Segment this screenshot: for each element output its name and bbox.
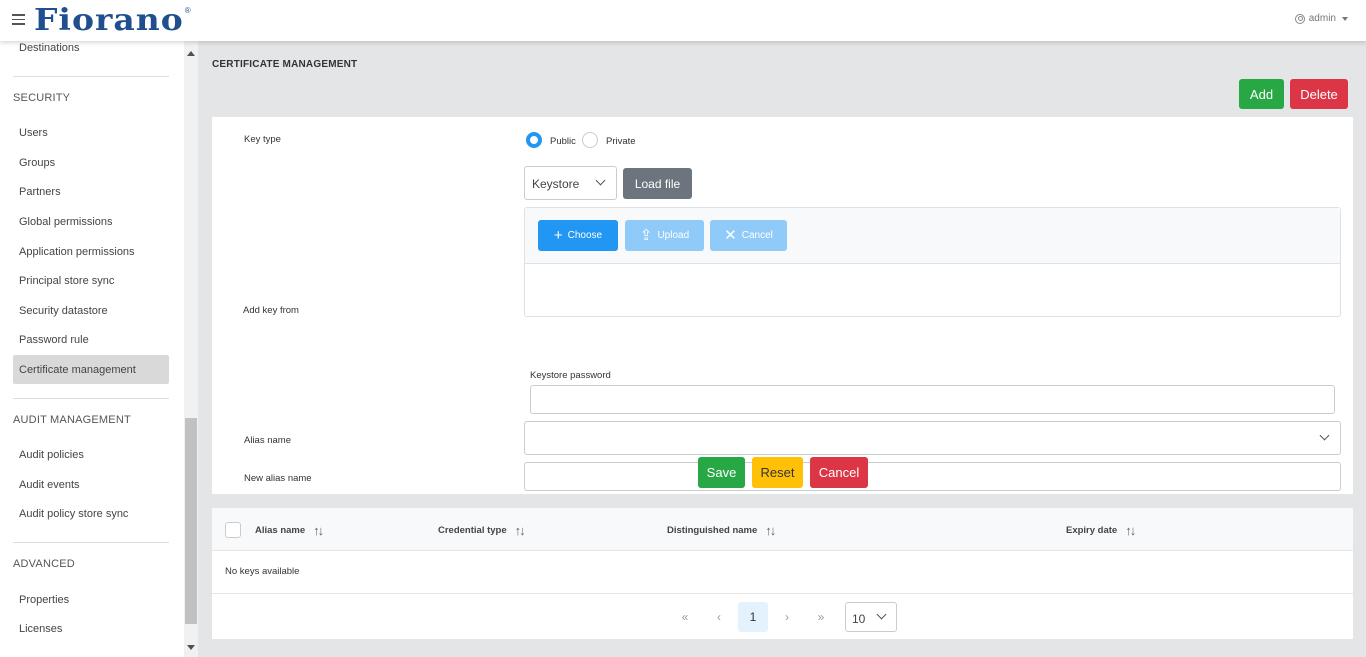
keystore-password-input[interactable]	[530, 385, 1335, 414]
last-page-icon[interactable]: »	[806, 602, 836, 632]
sidebar-item-partners[interactable]: Partners	[19, 186, 61, 198]
chevron-down-icon	[1319, 430, 1330, 441]
key-source-select[interactable]: Keystore	[524, 166, 617, 200]
reset-button[interactable]: Reset	[752, 457, 803, 488]
sidebar-divider	[13, 398, 169, 399]
radio-private-label[interactable]: Private	[606, 136, 636, 147]
column-distinguished-name[interactable]: Distinguished name ↑↓	[667, 523, 776, 538]
delete-button[interactable]: Delete	[1290, 79, 1348, 109]
sidebar: Destinations SECURITY Users Groups Partn…	[0, 41, 198, 657]
close-icon: ✕	[724, 227, 737, 244]
keys-table: Alias name ↑↓ Credential type ↑↓ Disting…	[212, 508, 1353, 639]
sort-icon: ↑↓	[1125, 523, 1136, 538]
add-button[interactable]: Add	[1239, 79, 1284, 109]
sidebar-divider	[13, 542, 169, 543]
chevron-down-icon	[595, 175, 606, 186]
sort-icon: ↑↓	[765, 523, 776, 538]
add-key-from-label: Add key from	[243, 305, 299, 316]
scroll-down-arrow-icon[interactable]	[187, 645, 195, 650]
column-credential-type-label: Credential type	[438, 525, 507, 536]
sidebar-item-groups[interactable]: Groups	[19, 157, 55, 169]
sidebar-item-destinations[interactable]: Destinations	[19, 42, 80, 54]
radio-public-label[interactable]: Public	[550, 136, 576, 147]
table-divider	[212, 593, 1353, 594]
rows-per-page-select[interactable]: 10	[845, 602, 897, 632]
table-header: Alias name ↑↓ Credential type ↑↓ Disting…	[212, 508, 1353, 551]
prev-page-icon[interactable]: ‹	[704, 602, 734, 632]
column-expiry-date[interactable]: Expiry date ↑↓	[1066, 523, 1136, 538]
sidebar-scroll-thumb[interactable]	[185, 418, 197, 624]
sidebar-item-security-datastore[interactable]: Security datastore	[19, 305, 108, 317]
certificate-form-card: Key type Public Private Keystore Load fi…	[212, 117, 1353, 494]
sidebar-item-audit-policy-store-sync[interactable]: Audit policy store sync	[19, 508, 128, 520]
page-title: CERTIFICATE MANAGEMENT	[212, 59, 358, 70]
sidebar-item-audit-events[interactable]: Audit events	[19, 479, 80, 491]
new-alias-name-input[interactable]	[524, 462, 1341, 491]
sidebar-item-principal-store-sync[interactable]: Principal store sync	[19, 275, 114, 287]
sort-icon: ↑↓	[514, 523, 526, 538]
top-header: Fiorano ® admin	[0, 0, 1366, 41]
upload-cancel-label: Cancel	[741, 230, 773, 241]
file-upload-box: + Choose ⇪ Upload ✕ Cancel	[524, 207, 1341, 317]
sidebar-item-global-permissions[interactable]: Global permissions	[19, 216, 113, 228]
save-button[interactable]: Save	[698, 457, 745, 488]
sidebar-item-licenses[interactable]: Licenses	[19, 623, 62, 635]
sort-icon: ↑↓	[313, 523, 324, 538]
username: admin	[1308, 13, 1336, 24]
first-page-icon[interactable]: «	[670, 602, 700, 632]
scroll-up-arrow-icon[interactable]	[187, 51, 195, 56]
column-distinguished-name-label: Distinguished name	[667, 525, 758, 536]
main-content: CERTIFICATE MANAGEMENT Add Delete Key ty…	[198, 41, 1366, 657]
sidebar-divider	[13, 76, 169, 77]
column-alias-name-label: Alias name	[255, 525, 306, 536]
hamburger-menu-icon[interactable]	[12, 14, 25, 25]
radio-private[interactable]	[582, 132, 598, 148]
upload-cancel-button[interactable]: ✕ Cancel	[710, 220, 787, 251]
sidebar-section-security: SECURITY	[13, 92, 71, 104]
sidebar-item-certificate-management[interactable]: Certificate management	[19, 364, 136, 376]
upload-label: Upload	[657, 230, 690, 241]
sidebar-item-application-permissions[interactable]: Application permissions	[19, 246, 135, 258]
new-alias-name-label: New alias name	[244, 473, 312, 484]
column-expiry-date-label: Expiry date	[1066, 525, 1118, 536]
radio-public[interactable]	[526, 132, 542, 148]
chevron-down-icon	[876, 609, 887, 620]
registered-mark: ®	[184, 6, 191, 15]
alias-name-label: Alias name	[244, 435, 291, 446]
page-number-current[interactable]: 1	[738, 602, 768, 632]
logo-text: Fiorano	[34, 1, 184, 38]
key-type-label: Key type	[244, 134, 281, 145]
upload-icon: ⇪	[639, 227, 653, 244]
upload-button[interactable]: ⇪ Upload	[625, 220, 704, 251]
alias-name-select[interactable]	[524, 421, 1341, 455]
user-icon	[1294, 13, 1305, 24]
select-all-checkbox[interactable]	[225, 522, 241, 538]
column-credential-type[interactable]: Credential type ↑↓	[438, 523, 526, 538]
sidebar-section-advanced: ADVANCED	[13, 558, 75, 570]
user-menu[interactable]: admin	[1294, 13, 1348, 24]
sidebar-item-audit-policies[interactable]: Audit policies	[19, 449, 84, 461]
load-file-button[interactable]: Load file	[623, 168, 692, 199]
empty-message: No keys available	[225, 566, 300, 577]
keystore-password-label: Keystore password	[530, 370, 611, 381]
sidebar-item-password-rule[interactable]: Password rule	[19, 334, 89, 346]
column-alias-name[interactable]: Alias name ↑↓	[255, 523, 324, 538]
sidebar-item-properties[interactable]: Properties	[19, 594, 69, 606]
sidebar-section-audit-management: AUDIT MANAGEMENT	[13, 414, 131, 426]
plus-icon: +	[553, 227, 563, 244]
key-source-value: Keystore	[532, 177, 580, 191]
fiorano-logo[interactable]: Fiorano ®	[34, 2, 191, 38]
sidebar-item-users[interactable]: Users	[19, 127, 48, 139]
choose-button[interactable]: + Choose	[538, 220, 618, 251]
rows-per-page-value: 10	[852, 612, 866, 626]
caret-down-icon	[1342, 16, 1348, 21]
cancel-button[interactable]: Cancel	[810, 457, 868, 488]
file-upload-toolbar: + Choose ⇪ Upload ✕ Cancel	[525, 208, 1340, 264]
next-page-icon[interactable]: ›	[772, 602, 802, 632]
choose-label: Choose	[567, 230, 603, 241]
